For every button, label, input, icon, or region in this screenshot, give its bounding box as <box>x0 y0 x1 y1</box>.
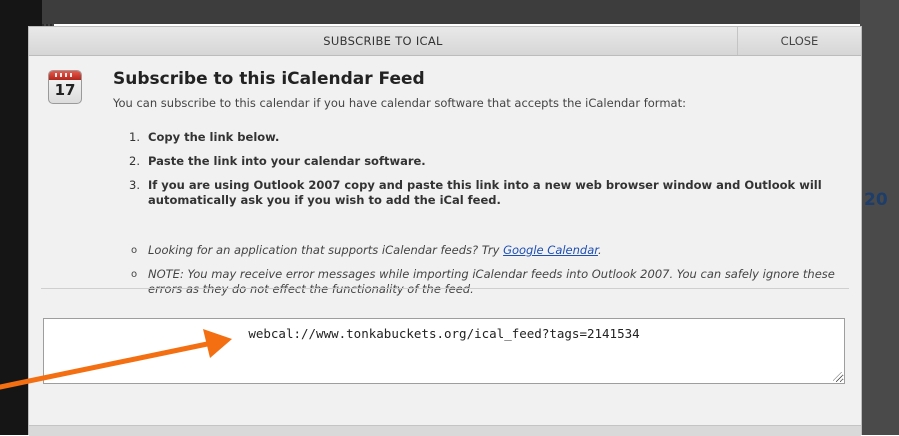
list-item: o NOTE: You may receive error messages w… <box>129 267 849 297</box>
background-right-panel <box>860 0 899 435</box>
note-text: Looking for an application that supports… <box>148 243 504 257</box>
resize-grip-icon[interactable] <box>833 372 842 381</box>
step-number: 1. <box>129 130 140 144</box>
bullet-icon: o <box>131 245 138 256</box>
feed-url: webcal://www.tonkabuckets.org/ical_feed?… <box>248 326 640 341</box>
section-divider <box>41 288 849 289</box>
step-number: 3. <box>129 178 140 192</box>
note-text: NOTE: You may receive error messages whi… <box>148 267 835 296</box>
notes-list: o Looking for an application that suppor… <box>129 243 849 306</box>
calendar-icon-rings <box>55 73 75 77</box>
note-text-end: . <box>597 243 602 257</box>
step-text: If you are using Outlook 2007 copy and p… <box>148 178 822 207</box>
background-top-bar <box>42 0 860 24</box>
list-item: 3. If you are using Outlook 2007 copy an… <box>129 178 849 208</box>
calendar-icon-day: 17 <box>54 81 76 99</box>
calendar-icon: 17 <box>48 70 82 104</box>
bullet-icon: o <box>131 269 138 280</box>
steps-list: 1. Copy the link below. 2. Paste the lin… <box>129 130 849 217</box>
list-item: o Looking for an application that suppor… <box>129 243 849 258</box>
subscribe-dialog: SUBSCRIBE TO ICAL CLOSE 17 Subscribe to … <box>28 26 862 436</box>
dialog-footer <box>29 425 861 436</box>
list-item: 1. Copy the link below. <box>129 130 849 145</box>
dialog-heading: Subscribe to this iCalendar Feed <box>113 69 425 89</box>
dialog-title: SUBSCRIBE TO ICAL <box>323 34 443 48</box>
list-item: 2. Paste the link into your calendar sof… <box>129 154 849 169</box>
dialog-titlebar: SUBSCRIBE TO ICAL CLOSE <box>29 27 861 56</box>
step-text: Paste the link into your calendar softwa… <box>148 154 426 168</box>
google-calendar-link[interactable]: Google Calendar <box>503 243 598 257</box>
background-calendar-day: 20 <box>864 190 888 210</box>
step-text: Copy the link below. <box>148 130 280 144</box>
close-button[interactable]: CLOSE <box>737 27 861 55</box>
feed-url-textarea[interactable]: webcal://www.tonkabuckets.org/ical_feed?… <box>43 318 845 384</box>
step-number: 2. <box>129 154 140 168</box>
dialog-intro: You can subscribe to this calendar if yo… <box>113 96 686 110</box>
